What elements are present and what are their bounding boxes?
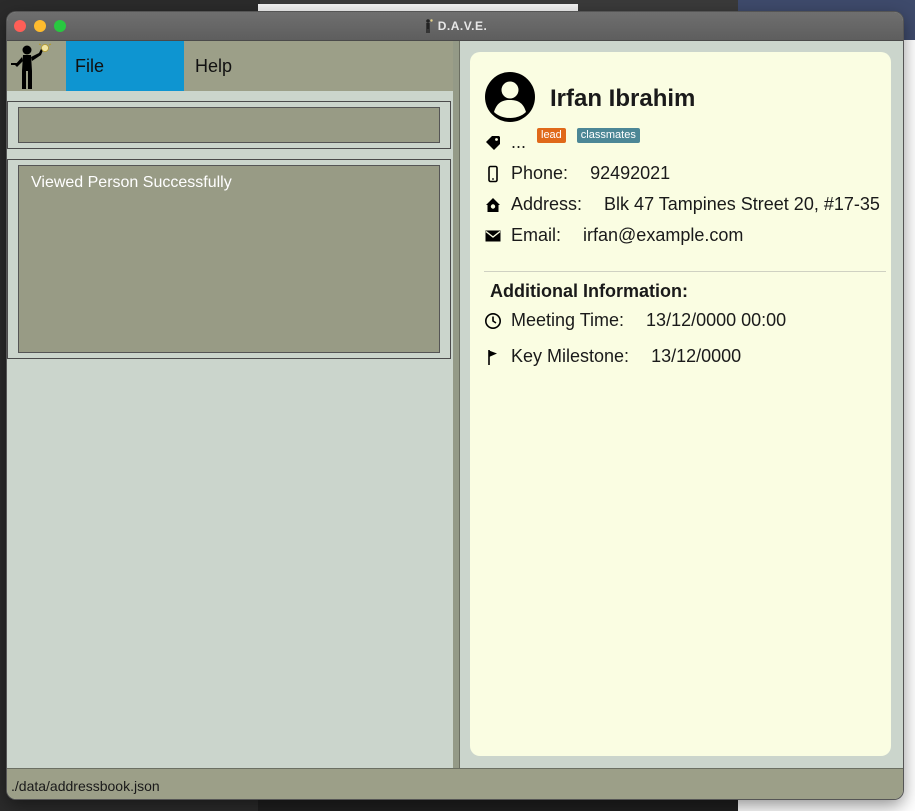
phone-icon: [484, 165, 502, 183]
tags-placeholder: ...: [511, 132, 527, 152]
left-pane: File Help Viewed Person Successfully: [7, 41, 453, 768]
save-location-path: ./data/addressbook.json: [11, 778, 160, 794]
tag-lead: lead: [537, 128, 566, 143]
menu-file[interactable]: File: [66, 41, 184, 91]
address-label: Address:: [511, 194, 583, 214]
email-value: irfan@example.com: [583, 225, 744, 245]
window-title: D.A.V.E.: [437, 19, 488, 33]
tag-classmates: classmates: [576, 128, 640, 143]
menu-help[interactable]: Help: [184, 41, 284, 91]
background-window-edge: [258, 4, 578, 12]
tag-list: lead classmates: [537, 128, 640, 143]
right-pane: Irfan Ibrahim ... lead classmates Phone:…: [460, 41, 903, 768]
status-bar: ./data/addressbook.json: [7, 768, 903, 799]
milestone-label: Key Milestone:: [511, 346, 630, 366]
envelope-icon: [484, 227, 502, 245]
meeting-label: Meeting Time:: [511, 310, 625, 330]
app-logo-icon: [425, 19, 433, 33]
user-avatar-icon: [485, 72, 535, 122]
milestone-value: 13/12/0000: [651, 346, 742, 366]
clock-icon: [484, 312, 502, 330]
milestone-row: Key Milestone: 13/12/0000: [484, 346, 741, 367]
flag-icon: [484, 348, 502, 366]
window-title-wrap: D.A.V.E.: [7, 12, 903, 40]
email-label: Email:: [511, 225, 562, 245]
address-row: Address: Blk 47 Tampines Street 20, #17-…: [484, 194, 880, 215]
phone-row: Phone: 92492021: [484, 163, 670, 184]
title-bar[interactable]: D.A.V.E.: [7, 12, 903, 41]
email-row: Email: irfan@example.com: [484, 225, 743, 246]
home-icon: [484, 196, 502, 214]
phone-value: 92492021: [590, 163, 671, 183]
meeting-value: 13/12/0000 00:00: [646, 310, 787, 330]
tags-row: ...: [484, 132, 526, 153]
address-value: Blk 47 Tampines Street 20, #17-35: [604, 194, 880, 214]
menu-bar: File Help: [7, 41, 453, 91]
person-name: Irfan Ibrahim: [550, 85, 696, 112]
command-input[interactable]: [18, 107, 440, 143]
tag-icon: [484, 134, 502, 152]
app-window: D.A.V.E. File Help Viewed Person Success…: [7, 12, 903, 799]
additional-info-heading: Additional Information:: [490, 281, 688, 301]
result-display: Viewed Person Successfully: [18, 165, 440, 353]
section-divider: [484, 271, 886, 272]
result-message: Viewed Person Successfully: [31, 174, 232, 191]
meeting-row: Meeting Time: 13/12/0000 00:00: [484, 310, 786, 331]
person-detail-card: Irfan Ibrahim ... lead classmates Phone:…: [470, 52, 891, 756]
phone-label: Phone:: [511, 163, 569, 183]
dave-logo-icon: [11, 43, 52, 89]
